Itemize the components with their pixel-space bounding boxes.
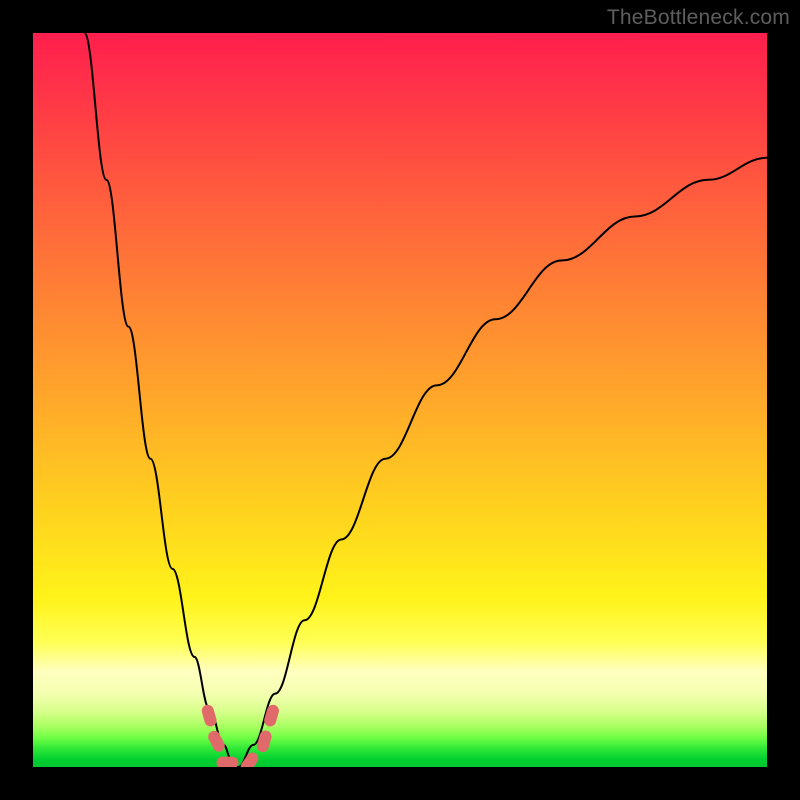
highlight-pill [206, 729, 227, 754]
highlight-pill [238, 750, 260, 767]
bottleneck-curve-right [239, 158, 767, 767]
curve-svg [33, 33, 767, 767]
chart-frame: TheBottleneck.com [0, 0, 800, 800]
highlight-pill [263, 703, 281, 727]
watermark-text: TheBottleneck.com [607, 6, 790, 30]
highlight-pill [217, 757, 239, 767]
highlight-pill [255, 729, 273, 753]
bottleneck-curve-left [84, 33, 238, 767]
highlight-markers [200, 703, 280, 767]
plot-area [33, 33, 767, 767]
